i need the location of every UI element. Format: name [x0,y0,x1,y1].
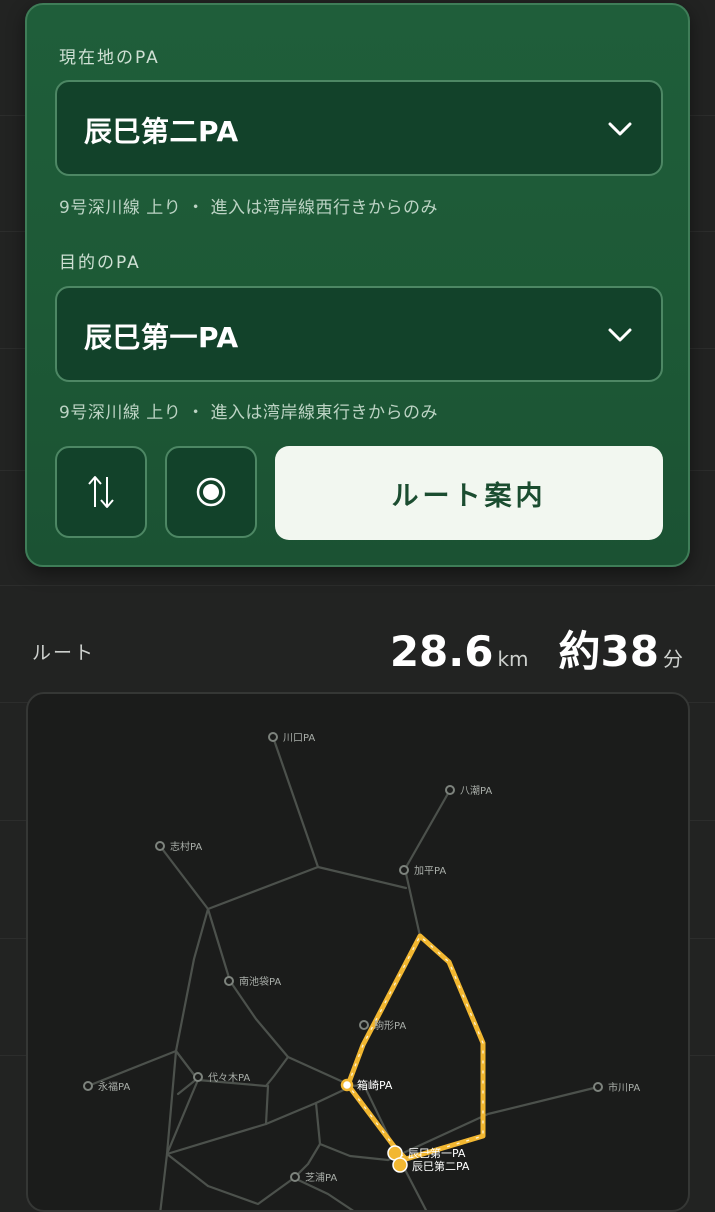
pa-label-hakozaki: 箱崎PA [357,1078,393,1092]
pa-node-eifuku[interactable] [83,1081,93,1091]
origin-hint: 9号深川線 上り ・ 進入は湾岸線西行きからのみ [59,198,439,218]
chevron-down-icon [608,328,632,342]
network-lines [86,735,600,1210]
destination-select[interactable]: 辰巳第一PA [55,286,663,382]
route-duration-unit: 分 [663,647,683,671]
current-location-icon [196,477,226,507]
pa-node-yoyogi[interactable] [193,1072,203,1082]
pa-label-komagata: 駒形PA [374,1020,406,1032]
pa-node-komagata[interactable] [359,1020,369,1030]
pa-node-kahei[interactable] [399,865,409,875]
pa-node-yashio[interactable] [445,785,455,795]
route-summary: 28.6 km 約38 分 [390,618,683,679]
pa-node-shimura[interactable] [155,841,165,851]
pa-node-shibaura[interactable] [290,1172,300,1182]
origin-select[interactable]: 辰巳第二PA [55,80,663,176]
pa-label-yoyogi: 代々木PA [208,1072,250,1084]
pa-node-ichikawa[interactable] [593,1082,603,1092]
pa-node-hakozaki[interactable] [340,1078,354,1092]
pa-label-kawaguchi: 川口PA [283,733,315,744]
destination-select-value: 辰巳第一PA [84,321,239,354]
origin-select-value: 辰巳第二PA [84,115,239,148]
pa-label-tatsumi2: 辰巳第二PA [412,1159,470,1173]
route-duration: 約38 [558,627,659,676]
pa-label-shimura: 志村PA [170,840,202,853]
pa-label-shibaura: 芝浦PA [305,1171,337,1184]
chevron-down-icon [608,122,632,136]
route-search-card: 現在地のPA 辰巳第二PA 9号深川線 上り ・ 進入は湾岸線西行きからのみ 目… [25,3,690,567]
pa-label-minamiikebukuro: 南池袋PA [239,975,281,988]
pa-label-tatsumi1: 辰巳第一PA [408,1146,466,1160]
pa-label-kahei: 加平PA [414,865,446,877]
destination-hint: 9号深川線 上り ・ 進入は湾岸線東行きからのみ [59,403,439,423]
pa-node-minamiikebukuro[interactable] [224,976,234,986]
pa-nodes: 川口PA 八潮PA 志村PA 加平PA 南池袋PA 駒形PA 永福PA 代々木P… [83,732,640,1184]
pa-label-eifuku: 永福PA [98,1080,130,1093]
current-location-button[interactable] [165,446,257,538]
pa-node-tatsumi2[interactable] [392,1157,408,1173]
expressway-network: 川口PA 八潮PA 志村PA 加平PA 南池袋PA 駒形PA 永福PA 代々木P… [83,732,640,1210]
pa-label-yashio: 八潮PA [460,784,492,797]
route-map[interactable]: 川口PA 八潮PA 志村PA 加平PA 南池袋PA 駒形PA 永福PA 代々木P… [26,692,690,1212]
origin-label: 現在地のPA [59,48,160,68]
route-distance-unit: km [497,647,529,671]
route-distance: 28.6 [389,627,494,676]
pa-label-ichikawa: 市川PA [608,1081,640,1094]
swap-button[interactable] [55,446,147,538]
pa-node-kawaguchi[interactable] [268,732,278,742]
route-guide-button[interactable]: ルート案内 [275,446,663,540]
swap-vertical-icon [88,476,114,508]
destination-label: 目的のPA [59,253,141,273]
route-section-label: ルート [32,642,96,664]
